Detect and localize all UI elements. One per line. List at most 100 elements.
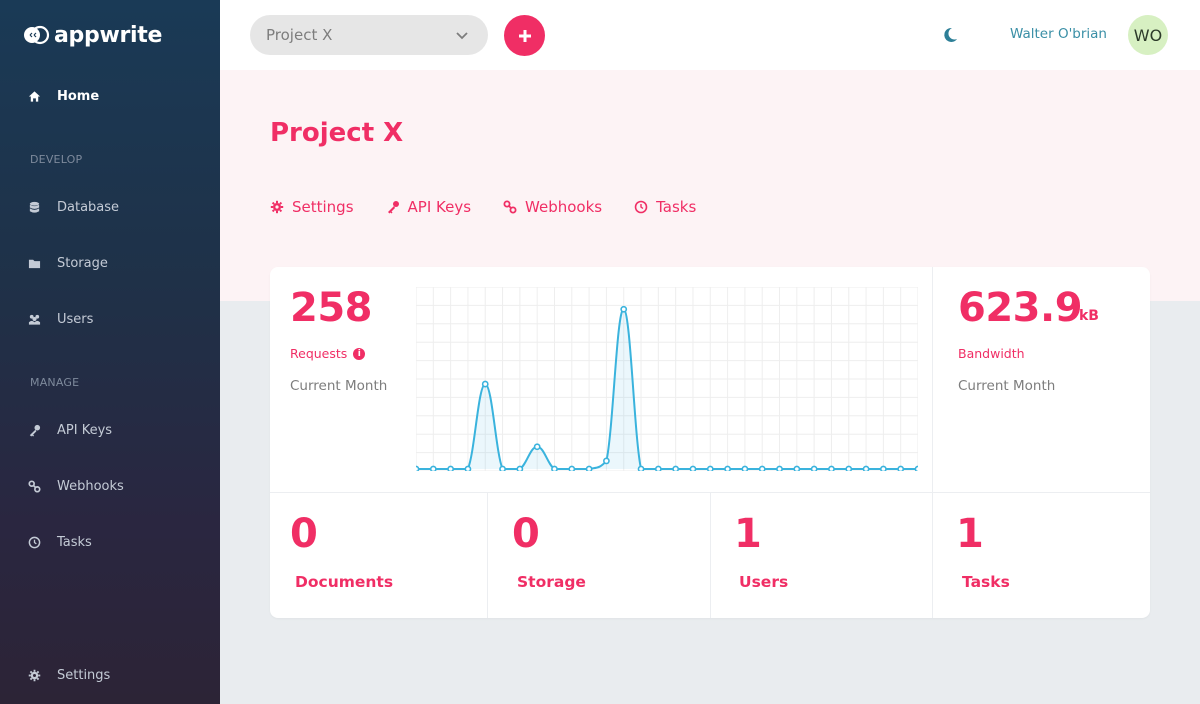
sidebar-item-label: Database [57, 199, 120, 215]
data-point[interactable] [654, 465, 662, 471]
section-develop: DEVELOP [30, 153, 83, 166]
project-select-value: Project X [266, 26, 333, 44]
data-point[interactable] [706, 465, 714, 471]
folder-icon [27, 256, 41, 270]
section-manage: MANAGE [30, 376, 80, 389]
tab-settings[interactable]: Settings [270, 198, 354, 216]
sidebar-item-tasks[interactable]: Tasks [0, 530, 220, 554]
data-point[interactable] [620, 305, 628, 313]
data-point[interactable] [568, 465, 576, 471]
data-point[interactable] [464, 465, 472, 471]
appwrite-logo[interactable]: appwrite [22, 20, 162, 50]
sidebar-item-label: Storage [57, 255, 108, 271]
divider [710, 492, 711, 618]
data-point[interactable] [585, 465, 593, 471]
requests-label: Requests i [290, 346, 366, 361]
project-tabs: Settings API Keys Webhooks Tasks [270, 198, 696, 216]
link-icon [503, 200, 517, 214]
avatar[interactable]: WO [1128, 15, 1168, 55]
data-point[interactable] [499, 465, 506, 471]
data-point[interactable] [533, 443, 541, 451]
tab-api-keys[interactable]: API Keys [386, 198, 472, 216]
home-icon [27, 89, 41, 103]
page-title: Project X [270, 118, 404, 148]
tab-label: Settings [292, 198, 354, 216]
key-icon [387, 201, 399, 214]
tasks-label[interactable]: Tasks [962, 573, 1010, 591]
add-project-button[interactable] [504, 15, 545, 56]
sidebar-item-webhooks[interactable]: Webhooks [0, 474, 220, 498]
bandwidth-period: Current Month [958, 378, 1056, 394]
data-point[interactable] [416, 465, 420, 471]
sidebar-item-label: Settings [57, 667, 111, 683]
documents-label[interactable]: Documents [295, 573, 393, 591]
moon-icon[interactable] [940, 25, 960, 45]
sidebar-item-label: Webhooks [57, 478, 124, 494]
data-point[interactable] [516, 465, 524, 471]
usage-card: 258 Requests i Current Month 623.9 kB Ba… [270, 267, 1150, 618]
sidebar-item-api-keys[interactable]: API Keys [0, 418, 220, 442]
plus-icon [518, 29, 531, 42]
data-point[interactable] [914, 465, 918, 471]
data-point[interactable] [603, 457, 610, 465]
data-point[interactable] [862, 465, 870, 471]
sidebar-item-settings[interactable]: Settings [0, 663, 220, 687]
topbar: Project X Walter O'brian WO [220, 0, 1200, 70]
tab-label: API Keys [407, 198, 472, 216]
data-point[interactable] [689, 465, 697, 471]
data-point[interactable] [637, 465, 645, 471]
requests-value: 258 [290, 285, 373, 331]
clock-icon [634, 200, 648, 214]
sidebar-item-label: Users [57, 311, 94, 327]
bandwidth-value: 623.9 [958, 285, 1083, 331]
storage-label[interactable]: Storage [517, 573, 586, 591]
data-point[interactable] [810, 465, 818, 471]
data-point[interactable] [758, 465, 766, 471]
data-point[interactable] [776, 465, 783, 471]
data-point[interactable] [447, 465, 455, 471]
logo-text: appwrite [54, 22, 163, 48]
series-area [416, 309, 918, 469]
users-label[interactable]: Users [739, 573, 788, 591]
tab-webhooks[interactable]: Webhooks [503, 198, 602, 216]
info-icon[interactable]: i [353, 347, 366, 360]
tab-tasks[interactable]: Tasks [634, 198, 696, 216]
users-icon [27, 312, 41, 326]
bandwidth-unit: kB [1079, 308, 1099, 324]
data-point[interactable] [672, 465, 680, 471]
data-point[interactable] [741, 465, 749, 471]
gear-icon [27, 668, 41, 682]
sidebar-item-home[interactable]: Home [0, 84, 220, 108]
data-point[interactable] [481, 380, 489, 388]
database-icon [27, 200, 41, 214]
tab-label: Webhooks [525, 198, 603, 216]
data-point[interactable] [879, 465, 887, 471]
project-select[interactable]: Project X [250, 15, 488, 55]
clock-icon [27, 535, 41, 549]
sidebar-item-label: API Keys [57, 422, 113, 438]
user-name[interactable]: Walter O'brian [1010, 26, 1107, 42]
data-point[interactable] [897, 465, 905, 471]
data-point[interactable] [828, 465, 835, 471]
data-point[interactable] [429, 465, 437, 471]
sidebar-item-database[interactable]: Database [0, 195, 220, 219]
data-point[interactable] [551, 465, 558, 471]
sidebar-item-label: Home [57, 88, 100, 104]
sidebar-item-storage[interactable]: Storage [0, 251, 220, 275]
gear-icon [270, 200, 284, 214]
data-point[interactable] [793, 465, 801, 471]
requests-label-text: Requests [290, 346, 348, 361]
chevron-down-icon [456, 32, 468, 40]
users-value: 1 [734, 511, 762, 557]
storage-value: 0 [512, 511, 540, 557]
tab-label: Tasks [656, 198, 697, 216]
sidebar-item-users[interactable]: Users [0, 307, 220, 331]
data-point[interactable] [724, 465, 731, 471]
tasks-value: 1 [956, 511, 984, 557]
divider [932, 267, 933, 618]
appwrite-logo-icon [22, 25, 50, 45]
bandwidth-label: Bandwidth [958, 346, 1025, 361]
sidebar-item-label: Tasks [57, 534, 92, 550]
documents-value: 0 [290, 511, 318, 557]
data-point[interactable] [845, 465, 853, 471]
